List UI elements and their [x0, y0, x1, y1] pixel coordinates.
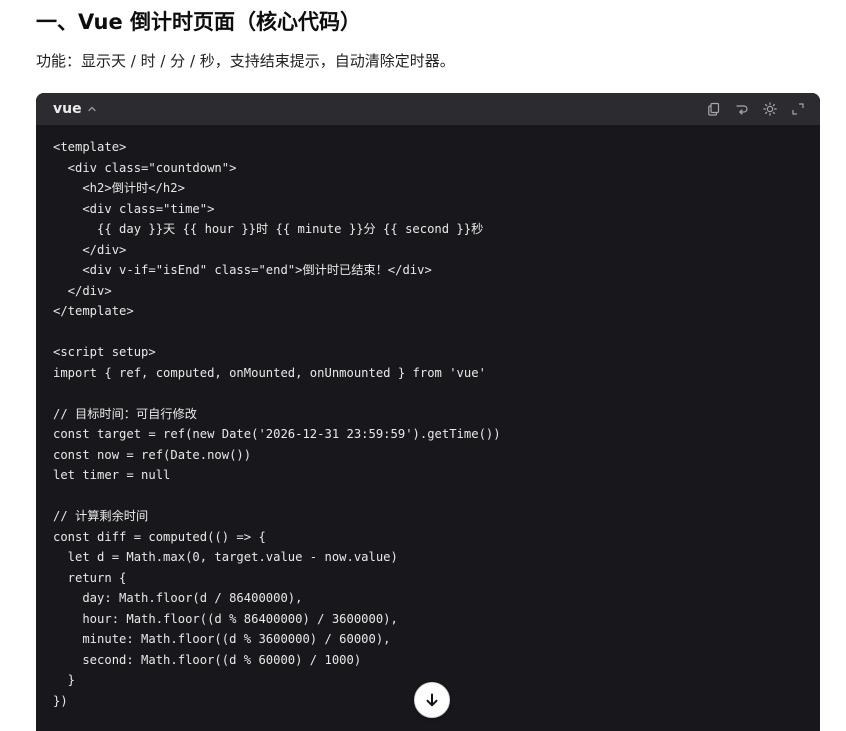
code-line: </div> [53, 242, 127, 257]
code-toolbar [706, 101, 806, 117]
code-line: </div> [53, 283, 112, 298]
code-line: let d = Math.max(0, target.value - now.v… [53, 550, 398, 564]
code-language-label: vue [53, 101, 82, 117]
code-line: <template> [53, 140, 127, 154]
wrap-icon[interactable] [734, 101, 750, 117]
code-line: // 计算剩余时间 [53, 509, 149, 523]
code-block-header: vue [36, 93, 820, 125]
code-line: const diff = computed(() => { [53, 529, 266, 544]
code-line: <div class="time"> [53, 201, 215, 216]
code-line: return { [53, 570, 127, 585]
code-line: second: Math.floor((d % 60000) / 1000) [53, 652, 362, 667]
section-description: 功能：显示天 / 时 / 分 / 秒，支持结束提示，自动清除定时器。 [36, 52, 455, 70]
code-block: vue <template> <div class="countdown"> <… [36, 93, 820, 731]
code-text: <template> <div class="countdown"> <h2>倒… [53, 137, 803, 711]
chevron-up-icon[interactable] [87, 104, 97, 114]
code-line: const target = ref(new Date('2026-12-31 … [53, 427, 501, 441]
code-line: day: Math.floor(d / 86400000), [53, 591, 303, 605]
copy-icon[interactable] [706, 101, 722, 117]
code-line: const now = ref(Date.now()) [53, 447, 252, 462]
scroll-to-bottom-button[interactable] [414, 682, 450, 718]
theme-icon[interactable] [762, 101, 778, 117]
section-heading: 一、Vue 倒计时页面（核心代码） [36, 10, 362, 34]
expand-icon[interactable] [790, 101, 806, 117]
code-line: let timer = null [53, 468, 171, 482]
code-line: <script setup> [53, 345, 156, 359]
code-line: import { ref, computed, onMounted, onUnm… [53, 365, 486, 380]
code-line: minute: Math.floor((d % 3600000) / 60000… [53, 632, 391, 646]
code-line: hour: Math.floor((d % 86400000) / 360000… [53, 611, 398, 626]
page: 一、Vue 倒计时页面（核心代码） 功能：显示天 / 时 / 分 / 秒，支持结… [0, 0, 846, 731]
code-line: <h2>倒计时</h2> [53, 181, 185, 195]
code-content[interactable]: <template> <div class="countdown"> <h2>倒… [36, 125, 820, 711]
arrow-down-icon [424, 692, 440, 708]
code-line: // 目标时间：可自行修改 [53, 406, 197, 421]
code-line: <div v-if="isEnd" class="end">倒计时已结束！</d… [53, 263, 432, 277]
code-line: <div class="countdown"> [53, 160, 237, 175]
code-line: {{ day }}天 {{ hour }}时 {{ minute }}分 {{ … [53, 222, 484, 236]
code-line: </template> [53, 304, 134, 318]
